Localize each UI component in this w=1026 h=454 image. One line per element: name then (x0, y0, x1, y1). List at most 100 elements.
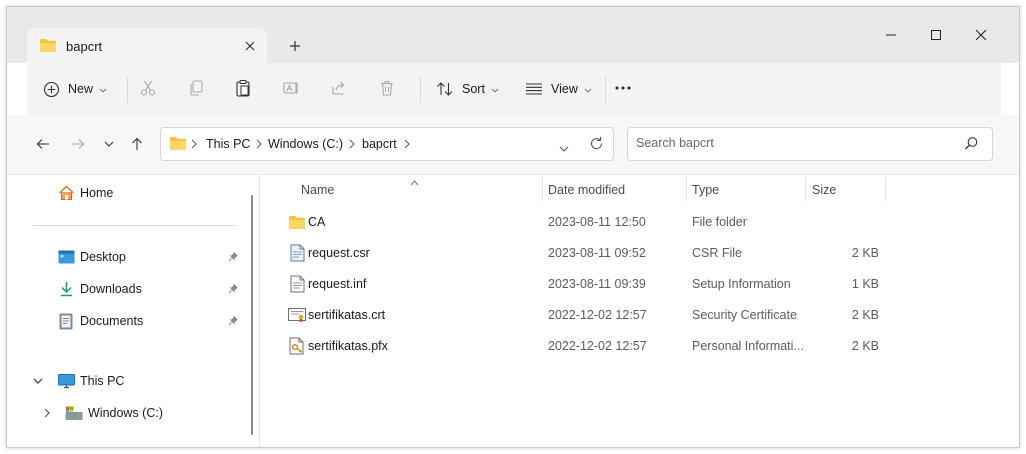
new-label: New (68, 82, 94, 96)
chevron-right-icon (404, 138, 410, 152)
chevron-right-icon (349, 138, 355, 152)
documents-icon (57, 312, 75, 330)
column-header-name[interactable]: Name (301, 183, 334, 197)
file-row[interactable]: request.csr 2023-08-11 09:52 CSR File 2 … (260, 238, 1019, 269)
file-size: 2 KB (851, 308, 879, 322)
address-history-button[interactable] (559, 141, 569, 155)
arrow-left-icon (36, 139, 49, 149)
chevron-right-icon[interactable] (43, 404, 51, 422)
close-tab-button[interactable] (241, 37, 259, 55)
recent-locations-button[interactable] (99, 134, 119, 154)
view-button[interactable]: View (524, 78, 592, 100)
sort-button[interactable]: Sort (435, 78, 499, 100)
cut-button[interactable] (138, 78, 158, 98)
address-row: This PC Windows (C:) bapcrt (7, 115, 1019, 175)
arrow-right-icon (72, 139, 85, 149)
file-date: 2022-12-02 12:57 (548, 339, 647, 353)
chevron-down-icon (104, 141, 114, 147)
chevron-down-icon[interactable] (33, 372, 43, 390)
csr-file-icon (288, 244, 306, 262)
file-row[interactable]: CA 2023-08-11 12:50 File folder (260, 207, 1019, 238)
column-divider[interactable] (805, 177, 806, 201)
close-window-button[interactable] (971, 25, 991, 45)
inf-file-icon (288, 275, 306, 293)
rename-icon (283, 82, 298, 94)
tab-bapcrt[interactable]: bapcrt (27, 28, 267, 64)
navigation-pane: Home Desktop Downloads Documents This PC… (7, 175, 260, 447)
file-name: request.csr (308, 246, 370, 260)
nav-label-downloads: Downloads (80, 282, 142, 296)
breadcrumb-bapcrt[interactable]: bapcrt (362, 137, 397, 151)
nav-label-this-pc: This PC (80, 374, 125, 388)
more-icon (615, 86, 631, 90)
nav-item-this-pc[interactable]: This PC (33, 370, 124, 392)
nav-label-documents: Documents (80, 314, 144, 328)
nav-label-home: Home (80, 186, 114, 200)
paste-button[interactable] (233, 78, 253, 98)
nav-item-home[interactable]: Home (57, 182, 113, 204)
forward-button[interactable] (68, 134, 88, 154)
file-name: CA (308, 215, 326, 229)
column-header-date[interactable]: Date modified (548, 183, 625, 197)
refresh-button[interactable] (589, 136, 604, 154)
folder-icon (39, 38, 57, 56)
minimize-icon (886, 34, 896, 36)
cut-icon (140, 80, 156, 96)
sort-label: Sort (462, 82, 485, 96)
command-bar: New Sort View (27, 63, 1001, 115)
pin-icon[interactable] (228, 283, 239, 297)
up-button[interactable] (127, 134, 147, 154)
pfx-file-icon (288, 337, 306, 355)
breadcrumb-this-pc[interactable]: This PC (206, 137, 250, 151)
pin-icon[interactable] (228, 251, 239, 265)
nav-item-windows-c[interactable]: Windows (C:) (43, 402, 163, 424)
file-explorer-window: bapcrt New Sort View This PC Windows (C:… (6, 6, 1020, 448)
file-row[interactable]: sertifikatas.pfx 2022-12-02 12:57 Person… (260, 331, 1019, 362)
delete-icon (381, 80, 393, 96)
search-box (627, 127, 993, 161)
sort-icon (435, 79, 455, 99)
desktop-icon (57, 248, 75, 266)
column-divider[interactable] (542, 177, 543, 201)
tab-title: bapcrt (66, 39, 103, 54)
new-button[interactable]: New (41, 78, 107, 100)
close-icon (245, 41, 255, 51)
file-type: Personal Informati... (692, 339, 804, 353)
file-type: File folder (692, 215, 747, 229)
chevron-right-icon (191, 138, 197, 152)
back-button[interactable] (33, 134, 53, 154)
breadcrumb-windows-c[interactable]: Windows (C:) (268, 137, 343, 151)
delete-button[interactable] (377, 78, 397, 98)
refresh-icon (591, 137, 603, 150)
file-row[interactable]: request.inf 2023-08-11 09:39 Setup Infor… (260, 269, 1019, 300)
share-button[interactable] (329, 78, 349, 98)
file-row[interactable]: sertifikatas.crt 2022-12-02 12:57 Securi… (260, 300, 1019, 331)
column-header-size[interactable]: Size (812, 183, 836, 197)
column-divider[interactable] (686, 177, 687, 201)
paste-icon (236, 79, 250, 97)
column-divider[interactable] (885, 177, 886, 201)
search-icon[interactable] (964, 136, 979, 154)
nav-item-desktop[interactable]: Desktop (57, 246, 126, 268)
column-header-type[interactable]: Type (692, 183, 719, 197)
file-type: Security Certificate (692, 308, 797, 322)
nav-item-documents[interactable]: Documents (57, 310, 143, 332)
file-name: sertifikatas.crt (308, 308, 386, 322)
nav-label-windows-c: Windows (C:) (88, 406, 164, 420)
file-size: 2 KB (851, 246, 879, 260)
pin-icon[interactable] (228, 315, 239, 329)
folder-icon (169, 136, 187, 154)
toolbar-divider (605, 77, 606, 103)
new-tab-button[interactable] (285, 36, 305, 56)
address-bar[interactable]: This PC Windows (C:) bapcrt (160, 127, 614, 161)
maximize-icon (931, 30, 941, 40)
nav-item-downloads[interactable]: Downloads (57, 278, 142, 300)
copy-button[interactable] (186, 78, 206, 98)
rename-button[interactable] (281, 78, 301, 98)
drive-icon (65, 404, 83, 422)
more-options-button[interactable] (613, 78, 633, 98)
minimize-button[interactable] (881, 25, 901, 45)
maximize-button[interactable] (926, 25, 946, 45)
nav-scrollbar[interactable] (251, 195, 253, 435)
search-input[interactable] (636, 136, 956, 150)
